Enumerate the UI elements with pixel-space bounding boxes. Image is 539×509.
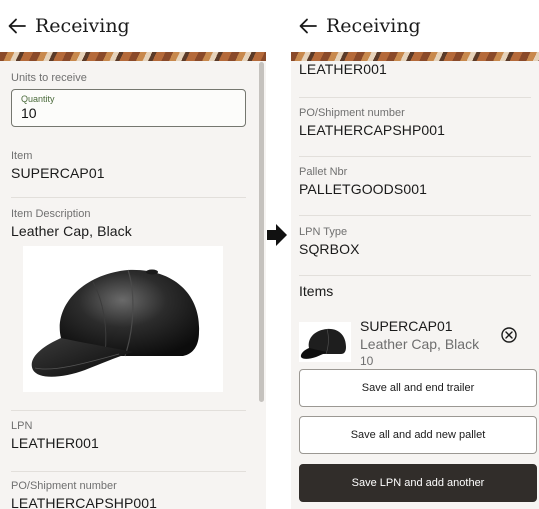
header: Receiving xyxy=(291,0,539,52)
divider xyxy=(11,410,246,411)
item-details: SUPERCAP01 Leather Cap, Black 10 xyxy=(360,318,479,368)
quantity-field[interactable]: Quantity 10 xyxy=(11,89,246,127)
item-quantity: 10 xyxy=(360,354,374,368)
quantity-value: 10 xyxy=(21,105,37,121)
items-heading: Items xyxy=(299,283,334,299)
divider xyxy=(11,197,246,198)
lpn-value: LEATHER001 xyxy=(299,61,387,77)
lpn-type-label: LPN Type xyxy=(299,226,348,238)
receiving-screen-left: Receiving Units to receive Quantity 10 I… xyxy=(0,0,266,509)
remove-circle-icon[interactable] xyxy=(500,326,518,344)
lpn-type-value: SQRBOX xyxy=(299,241,360,257)
lpn-type-field: LPN Type SQRBOX xyxy=(299,226,360,257)
scrollbar[interactable] xyxy=(259,62,264,402)
item-description-label: Item Description xyxy=(11,208,91,220)
divider xyxy=(299,215,531,216)
item-image xyxy=(23,246,223,392)
item-description: Leather Cap, Black xyxy=(360,336,480,352)
page-title: Receiving xyxy=(326,15,421,37)
lpn-field: LPN LEATHER001 xyxy=(11,420,99,451)
right-arrow-icon xyxy=(266,222,288,248)
lpn-field: LEATHER001 xyxy=(299,58,387,77)
save-all-add-new-pallet-button[interactable]: Save all and add new pallet xyxy=(299,416,537,454)
header: Receiving xyxy=(0,0,266,52)
item-field: Item SUPERCAP01 xyxy=(11,150,105,181)
receiving-screen-right: Receiving LEATHER001 PO/Shipment number … xyxy=(291,0,539,509)
quantity-label: Quantity xyxy=(21,94,55,104)
divider xyxy=(11,471,246,472)
list-item[interactable]: SUPERCAP01 Leather Cap, Black 10 xyxy=(299,318,531,368)
units-to-receive-label: Units to receive xyxy=(11,72,87,84)
item-description-field: Item Description Leather Cap, Black xyxy=(11,208,132,239)
back-arrow-icon[interactable] xyxy=(297,15,319,37)
po-shipment-value: LEATHERCAPSHP001 xyxy=(11,495,158,509)
pallet-number-label: Pallet Nbr xyxy=(299,166,348,178)
divider xyxy=(299,275,531,276)
item-thumbnail xyxy=(299,322,351,362)
pallet-number-field: Pallet Nbr PALLETGOODS001 xyxy=(299,166,427,197)
lpn-value: LEATHER001 xyxy=(11,435,99,451)
po-shipment-value: LEATHERCAPSHP001 xyxy=(299,122,446,138)
page-title: Receiving xyxy=(35,15,130,37)
save-all-end-trailer-button[interactable]: Save all and end trailer xyxy=(299,369,537,407)
lpn-label: LPN xyxy=(11,420,33,432)
save-lpn-add-another-button[interactable]: Save LPN and add another xyxy=(299,464,537,502)
item-description-value: Leather Cap, Black xyxy=(11,223,132,239)
po-shipment-field: PO/Shipment number LEATHERCAPSHP001 xyxy=(299,107,445,138)
back-arrow-icon[interactable] xyxy=(6,15,28,37)
pallet-number-value: PALLETGOODS001 xyxy=(299,181,427,197)
po-shipment-label: PO/Shipment number xyxy=(299,107,405,119)
decorative-banner xyxy=(0,52,266,61)
item-code: SUPERCAP01 xyxy=(360,318,453,334)
po-shipment-field: PO/Shipment number LEATHERCAPSHP001 xyxy=(11,480,157,509)
units-to-receive-label-group: Units to receive xyxy=(11,72,87,84)
item-value: SUPERCAP01 xyxy=(11,165,105,181)
item-label: Item xyxy=(11,150,33,162)
divider xyxy=(299,97,531,98)
divider xyxy=(299,156,531,157)
po-shipment-label: PO/Shipment number xyxy=(11,480,117,492)
